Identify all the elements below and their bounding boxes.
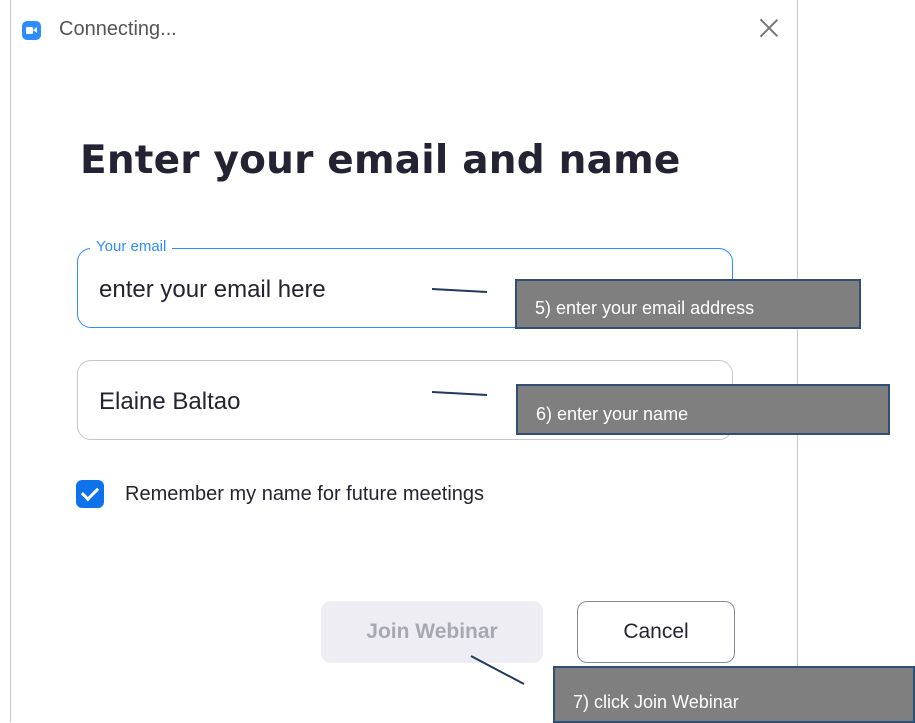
email-field-value[interactable]: enter your email here bbox=[99, 276, 326, 304]
name-field-value[interactable]: Elaine Baltao bbox=[99, 388, 240, 416]
cancel-button[interactable]: Cancel bbox=[577, 601, 735, 663]
callout-step7: 7) click Join Webinar bbox=[553, 666, 915, 723]
remember-name-label[interactable]: Remember my name for future meetings bbox=[125, 483, 484, 506]
page-title: Enter your email and name bbox=[80, 138, 681, 183]
close-icon[interactable] bbox=[757, 16, 781, 40]
email-field-label: Your email bbox=[90, 238, 173, 255]
remember-name-checkbox[interactable] bbox=[76, 480, 104, 508]
join-webinar-button[interactable]: Join Webinar bbox=[321, 601, 543, 663]
title-bar: Connecting... bbox=[11, 0, 797, 58]
callout-step5: 5) enter your email address bbox=[515, 279, 861, 329]
zoom-camera-icon bbox=[22, 21, 41, 40]
join-dialog-window: Connecting... Enter your email and name … bbox=[10, 0, 798, 722]
callout-step6: 6) enter your name bbox=[516, 384, 890, 435]
window-title: Connecting... bbox=[59, 18, 177, 40]
